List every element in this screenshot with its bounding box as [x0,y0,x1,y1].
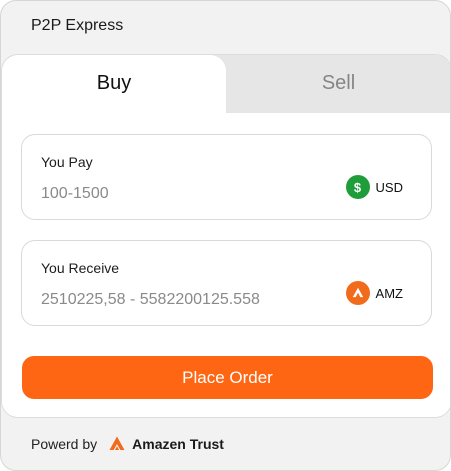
pay-label: You Pay [41,154,93,170]
widget-title: P2P Express [31,17,124,34]
order-form: You Pay $ USD You Receive [2,113,450,417]
footer: Powerd by Amazen Trust [31,435,224,453]
dollar-icon: $ [345,175,370,199]
place-order-button[interactable]: Place Order [22,356,433,399]
pay-currency-code: USD [375,179,403,195]
trade-tabs: Sell Buy [2,55,450,115]
receive-currency-code: AMZ [375,285,403,301]
receive-amount-input[interactable] [41,291,341,309]
tab-sell-label: Sell [321,72,356,94]
pay-field[interactable]: You Pay $ USD [21,134,432,220]
receive-currency: AMZ [345,281,403,305]
powered-by-label: Powerd by [31,436,98,452]
footer-brand-name: Amazen Trust [132,436,224,452]
amz-logo-icon [345,281,370,305]
receive-label: You Receive [41,260,120,276]
pay-amount-input[interactable] [41,185,341,203]
pay-currency: $ USD [345,175,403,199]
tab-buy[interactable]: Buy [2,55,226,115]
p2p-widget: P2P Express Sell Buy You Pay $ USD You R… [0,0,451,471]
amazen-logo-icon [109,436,125,450]
order-card: Sell Buy You Pay $ USD You Receive [2,55,450,417]
receive-field[interactable]: You Receive AMZ [21,240,432,326]
